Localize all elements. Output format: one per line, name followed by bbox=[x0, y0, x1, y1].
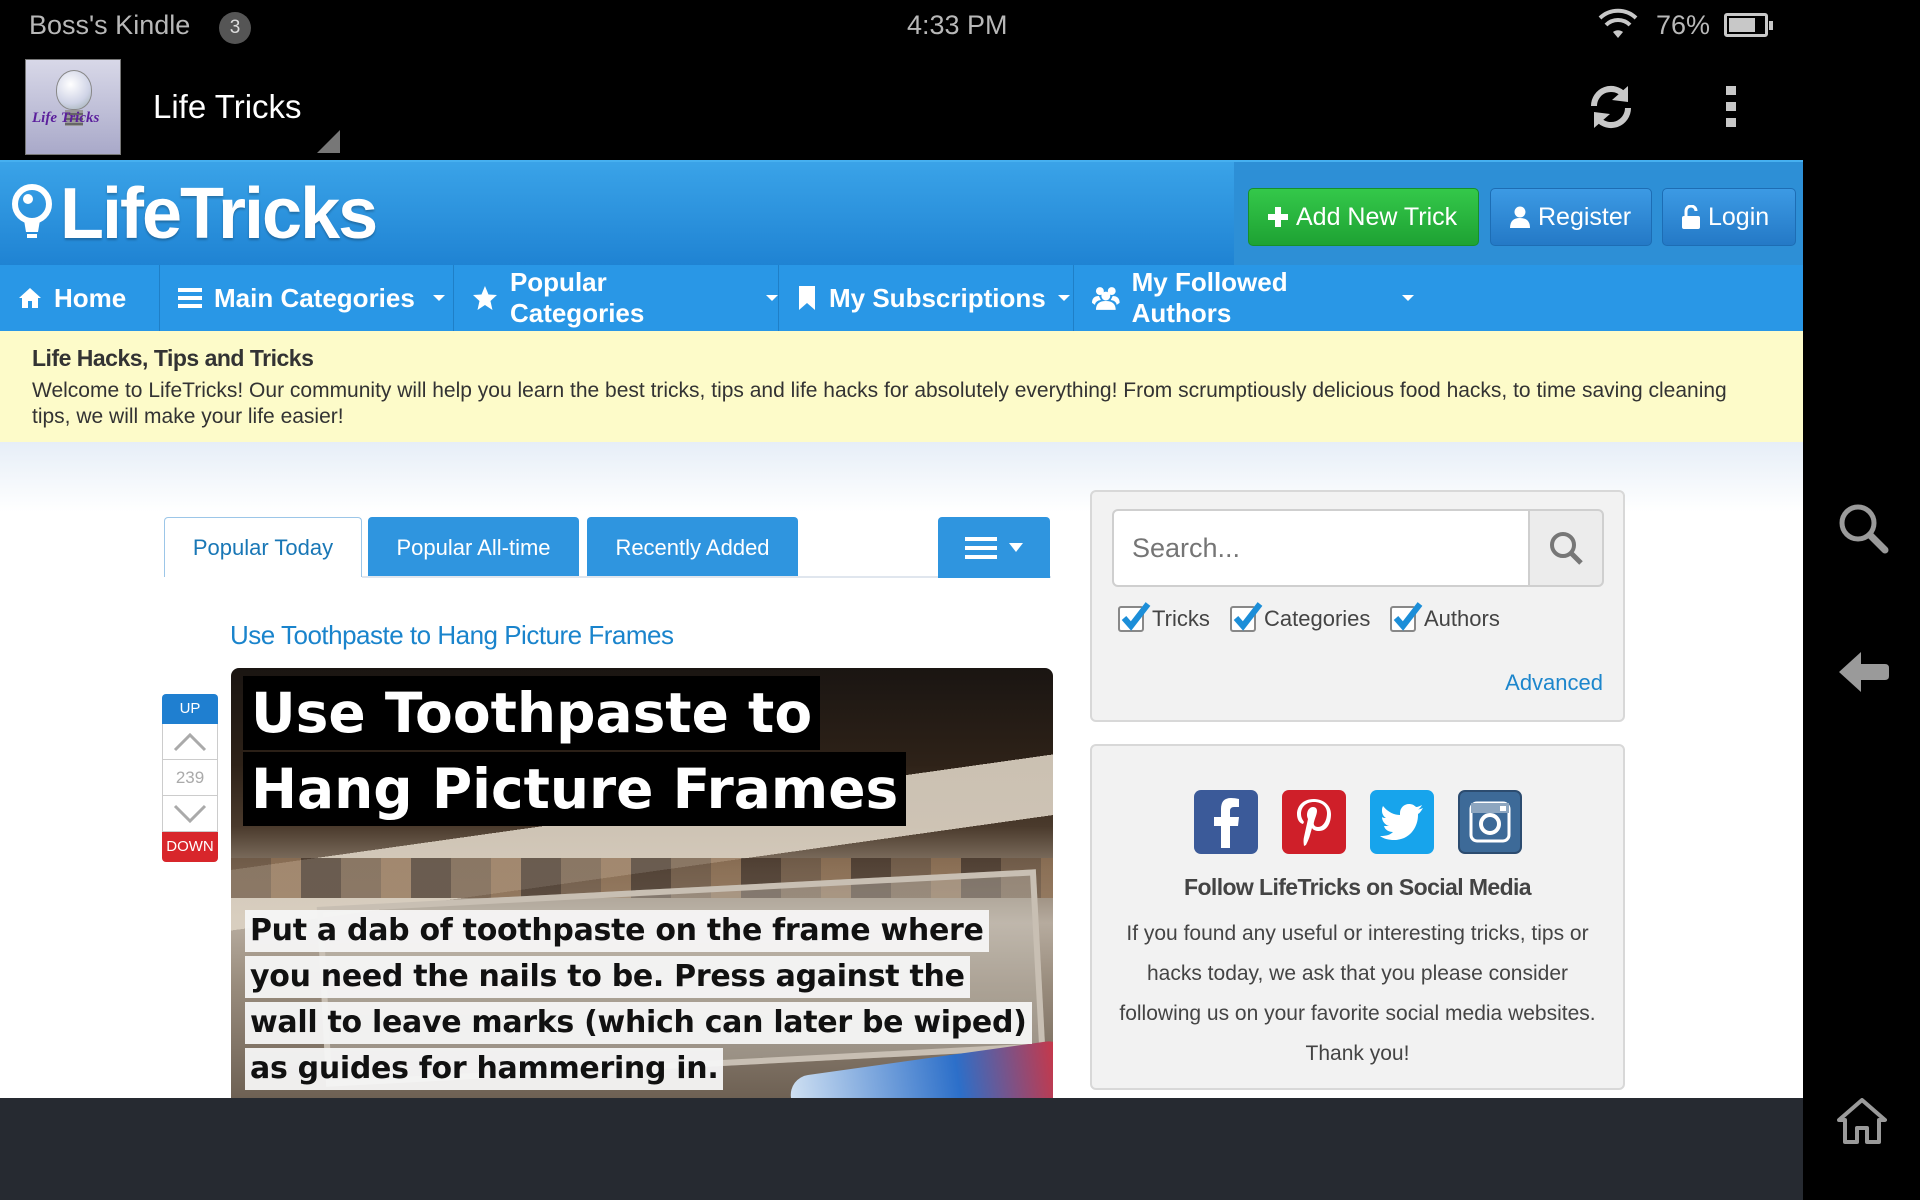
app-icon-label: Life Tricks bbox=[32, 110, 100, 126]
chevron-down-icon bbox=[1057, 295, 1070, 301]
webview: LifeTricks Add New Trick Register Login … bbox=[0, 160, 1803, 1098]
tab-popular-today[interactable]: Popular Today bbox=[164, 517, 362, 577]
checkmark-icon bbox=[1233, 602, 1263, 631]
register-button[interactable]: Register bbox=[1490, 188, 1652, 246]
nav-home[interactable]: Home bbox=[0, 265, 160, 331]
home-icon[interactable] bbox=[1837, 1098, 1887, 1149]
vote-down-button[interactable] bbox=[162, 796, 218, 832]
checkmark-icon bbox=[1121, 602, 1151, 631]
banner-text: Welcome to LifeTricks! Our community wil… bbox=[32, 379, 1727, 428]
login-button[interactable]: Login bbox=[1662, 188, 1796, 246]
vote-count: 239 bbox=[162, 760, 218, 796]
clock: 4:33 PM bbox=[907, 10, 1008, 40]
lightbulb-logo-icon bbox=[12, 184, 52, 238]
welcome-banner: Life Hacks, Tips and Tricks Welcome to L… bbox=[0, 331, 1803, 442]
twitter-icon[interactable] bbox=[1370, 790, 1434, 854]
vote-widget: UP 239 DOWN bbox=[162, 694, 218, 862]
menu-icon bbox=[965, 536, 997, 559]
menu-corner-indicator bbox=[317, 130, 340, 153]
search-panel: Tricks Categories Authors Advanced bbox=[1090, 490, 1625, 722]
trick-image[interactable]: Use Toothpaste to Hang Picture Frames Pu… bbox=[231, 668, 1053, 1098]
facebook-icon[interactable] bbox=[1194, 790, 1258, 854]
search-icon bbox=[1550, 532, 1583, 565]
list-icon bbox=[178, 288, 202, 308]
register-label: Register bbox=[1538, 202, 1632, 231]
search-input[interactable] bbox=[1112, 509, 1530, 587]
advanced-search-link[interactable]: Advanced bbox=[1505, 670, 1603, 696]
vote-up-label: UP bbox=[162, 694, 218, 724]
home-icon bbox=[19, 288, 41, 308]
chevron-down-icon bbox=[1009, 542, 1023, 552]
battery-percent: 76% bbox=[1656, 10, 1711, 40]
chevron-down-icon bbox=[432, 295, 445, 301]
app-icon[interactable]: Life Tricks bbox=[25, 59, 121, 155]
add-new-trick-button[interactable]: Add New Trick bbox=[1248, 188, 1479, 246]
site-header: LifeTricks Add New Trick Register Login bbox=[0, 160, 1803, 267]
vote-down-label: DOWN bbox=[162, 832, 218, 862]
user-icon bbox=[1510, 206, 1530, 228]
image-caption: Put a dab of toothpaste on the frame whe… bbox=[245, 910, 1032, 1094]
login-label: Login bbox=[1708, 202, 1770, 231]
refresh-icon[interactable] bbox=[1586, 82, 1636, 137]
tab-recently-added[interactable]: Recently Added bbox=[587, 517, 798, 578]
nav-my-subscriptions[interactable]: My Subscriptions bbox=[779, 265, 1074, 331]
filter-authors-checkbox[interactable]: Authors bbox=[1390, 602, 1500, 632]
instagram-icon[interactable] bbox=[1458, 790, 1522, 854]
tab-popular-all-time[interactable]: Popular All-time bbox=[368, 517, 579, 578]
back-icon[interactable] bbox=[1837, 650, 1889, 699]
trick-title-link[interactable]: Use Toothpaste to Hang Picture Frames bbox=[230, 620, 674, 651]
site-logo[interactable]: LifeTricks bbox=[10, 174, 378, 254]
app-title: Life Tricks bbox=[153, 88, 302, 125]
social-text: If you found any useful or interesting t… bbox=[1119, 922, 1596, 1065]
nav-popular-categories[interactable]: Popular Categories bbox=[454, 265, 779, 331]
plus-icon bbox=[1268, 207, 1288, 227]
users-icon bbox=[1092, 287, 1120, 310]
chevron-up-icon bbox=[173, 732, 207, 751]
battery-icon bbox=[1724, 13, 1773, 37]
search-icon[interactable] bbox=[1837, 502, 1889, 559]
star-icon bbox=[472, 286, 497, 310]
pinterest-icon[interactable] bbox=[1282, 790, 1346, 854]
bottom-bar bbox=[0, 1098, 1803, 1200]
add-new-trick-label: Add New Trick bbox=[1296, 202, 1458, 231]
banner-title: Life Hacks, Tips and Tricks bbox=[32, 345, 314, 371]
nav-my-followed-authors[interactable]: My Followed Authors bbox=[1074, 265, 1414, 331]
chevron-down-icon bbox=[173, 804, 207, 823]
bookmark-icon bbox=[799, 286, 815, 310]
status-bar: Boss's Kindle 3 4:33 PM 76% bbox=[0, 0, 1803, 52]
device-name: Boss's Kindle bbox=[29, 10, 191, 40]
social-panel: Follow LifeTricks on Social Media If you… bbox=[1090, 744, 1625, 1090]
filter-categories-checkbox[interactable]: Categories bbox=[1230, 602, 1370, 632]
lightbulb-icon bbox=[56, 70, 92, 110]
social-title: Follow LifeTricks on Social Media bbox=[1184, 874, 1532, 900]
nav-main-categories[interactable]: Main Categories bbox=[160, 265, 454, 331]
chevron-down-icon bbox=[1402, 295, 1414, 301]
app-bar: Life Tricks Life Tricks bbox=[0, 52, 1803, 160]
checkmark-icon bbox=[1393, 602, 1423, 631]
overflow-menu-icon[interactable] bbox=[1724, 86, 1738, 133]
search-button[interactable] bbox=[1528, 509, 1604, 587]
wifi-icon bbox=[1598, 8, 1638, 49]
image-headline: Use Toothpaste to Hang Picture Frames bbox=[243, 676, 907, 828]
site-logo-text: LifeTricks bbox=[60, 174, 378, 254]
site-navbar: Home Main Categories Popular Categories … bbox=[0, 265, 1803, 331]
system-nav-bar bbox=[1803, 0, 1920, 1200]
unlock-icon bbox=[1682, 205, 1700, 229]
vote-up-button[interactable] bbox=[162, 724, 218, 760]
notification-badge[interactable]: 3 bbox=[219, 12, 251, 44]
chevron-down-icon bbox=[766, 295, 778, 301]
filter-tricks-checkbox[interactable]: Tricks bbox=[1118, 602, 1210, 632]
list-options-button[interactable] bbox=[938, 517, 1050, 578]
